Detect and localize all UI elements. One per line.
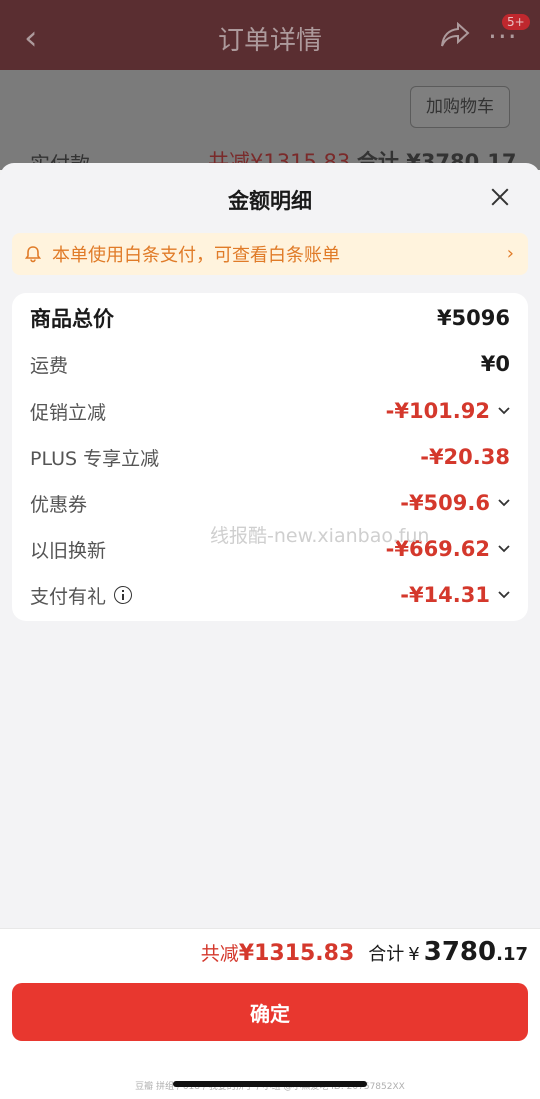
row-promotion[interactable]: 促销立减 -¥101.92	[30, 394, 510, 428]
row-value-wrap: -¥509.6	[400, 491, 510, 515]
chevron-down-icon	[498, 499, 510, 507]
row-value: ¥5096	[436, 306, 510, 330]
watermark: 线报酷-new.xianbao.fun	[210, 525, 430, 547]
row-value-wrap: -¥14.31	[400, 583, 510, 607]
background-body: 加购物车 实付款 共减¥1315.83 合计 ¥3780.17	[0, 70, 540, 176]
reduce-value: ¥1315.83	[238, 941, 355, 966]
row-label: 商品总价	[30, 307, 114, 331]
row-total-price: 商品总价 ¥5096	[30, 301, 510, 335]
chevron-right-icon: ›	[506, 243, 514, 264]
chevron-down-icon	[498, 545, 510, 553]
row-value: -¥14.31	[400, 583, 490, 607]
notification-badge: 5+	[502, 14, 530, 30]
sheet-title: 金额明细	[228, 189, 312, 213]
home-indicator	[173, 1081, 367, 1087]
confirm-button[interactable]: 确定	[12, 983, 528, 1041]
info-icon[interactable]	[114, 586, 133, 604]
amount-card: 商品总价 ¥5096 运费 ¥0 促销立减 -¥101.92 PLUS 专享立减…	[12, 293, 528, 621]
row-label-wrap: 支付有礼	[30, 582, 133, 609]
baitiao-notice[interactable]: 本单使用白条支付，可查看白条账单 ›	[12, 233, 528, 275]
sum-integer: 3780	[423, 937, 497, 967]
row-payment-gift[interactable]: 支付有礼 -¥14.31	[30, 578, 510, 612]
row-coupon[interactable]: 优惠券 -¥509.6	[30, 486, 510, 520]
row-label: 支付有礼	[30, 585, 107, 608]
chevron-down-icon	[498, 407, 510, 415]
row-label: 运费	[30, 354, 69, 377]
close-icon[interactable]	[488, 185, 512, 209]
row-label: 以旧换新	[30, 539, 107, 562]
row-value: -¥20.38	[420, 445, 510, 469]
bottom-bar: 共减 ¥1315.83 合计 ¥ 3780 .17 确定 豆瓣 拼组 / 618…	[0, 928, 540, 1099]
add-to-cart-button[interactable]: 加购物车	[410, 86, 510, 128]
row-value: -¥101.92	[385, 399, 490, 423]
row-label: 优惠券	[30, 493, 88, 516]
share-icon[interactable]	[440, 21, 470, 55]
row-label: PLUS 专享立减	[30, 447, 160, 470]
row-plus: PLUS 专享立减 -¥20.38	[30, 440, 510, 474]
row-shipping: 运费 ¥0	[30, 347, 510, 381]
row-value: -¥509.6	[400, 491, 490, 515]
sum-currency: ¥	[408, 944, 420, 965]
sum-label: 合计	[368, 944, 405, 965]
row-value: ¥0	[480, 352, 510, 376]
row-label: 促销立减	[30, 401, 107, 424]
price-summary: 共减 ¥1315.83 合计 ¥ 3780 .17	[201, 937, 528, 967]
reduce-label: 共减	[200, 943, 239, 965]
bell-icon	[24, 246, 42, 263]
sum-decimal: .17	[496, 944, 528, 965]
background-header: ‹ 订单详情 ··· 5+	[0, 0, 540, 70]
row-value-wrap: -¥101.92	[386, 399, 510, 423]
notice-text: 本单使用白条支付，可查看白条账单	[52, 245, 340, 266]
chevron-down-icon	[498, 591, 510, 599]
